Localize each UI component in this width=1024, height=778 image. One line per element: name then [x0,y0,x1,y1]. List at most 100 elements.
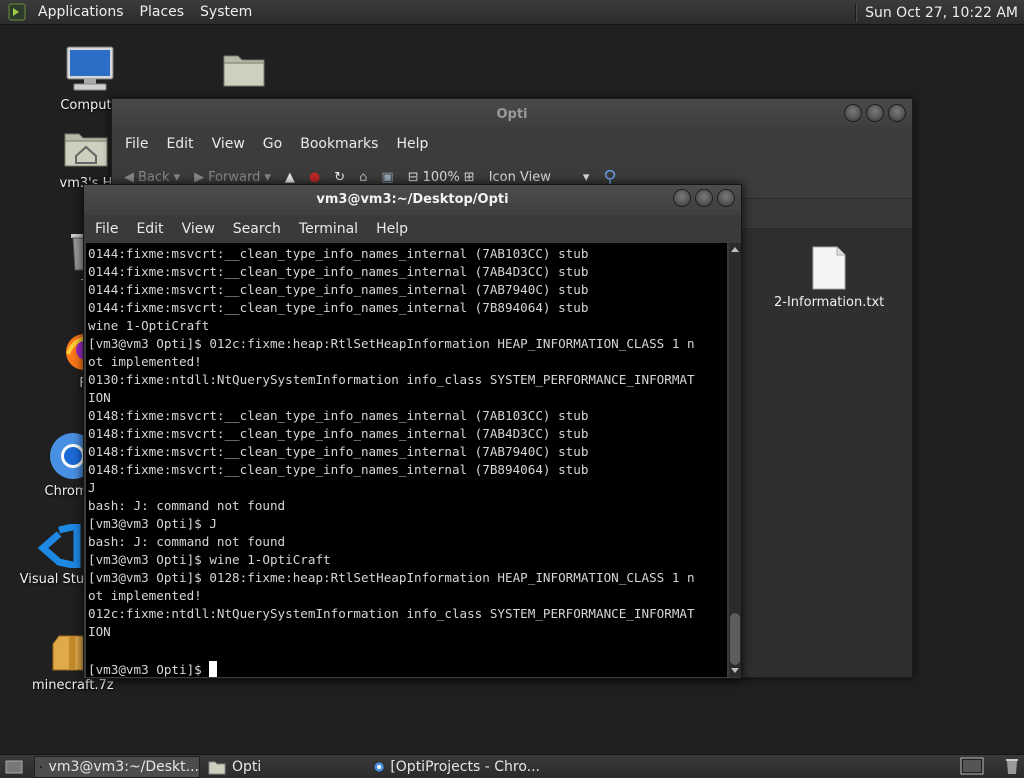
terminal-line: bash: J: command not found [88,534,286,549]
menu-search[interactable]: Search [224,221,290,237]
taskbar-item-opti[interactable]: Opti [204,756,364,778]
view-mode-select[interactable]: Icon View ▾ [489,170,590,185]
desktop-icon-folder[interactable] [219,48,269,94]
folder-icon [223,55,265,87]
menu-bookmarks[interactable]: Bookmarks [291,136,387,152]
terminal-line: [vm3@vm3 Opti]$ 0128:fixme:heap:RtlSetHe… [88,570,695,585]
show-desktop-icon [5,760,23,774]
forward-arrow-icon: ▶ [194,170,205,185]
terminal-line: 0130:fixme:ntdll:NtQuerySystemInformatio… [88,372,695,387]
menu-view[interactable]: View [203,136,254,152]
menu-terminal[interactable]: Terminal [290,221,367,237]
back-button[interactable]: ◀ Back ▾ [124,170,180,185]
clock-area: Sun Oct 27, 10:22 AM [855,0,1024,25]
terminal-output[interactable]: 0144:fixme:msvcrt:__clean_type_info_name… [86,243,727,677]
forward-button[interactable]: ▶ Forward ▾ [194,170,271,185]
minimize-button[interactable] [844,104,862,122]
terminal-line: 0144:fixme:msvcrt:__clean_type_info_name… [88,282,589,297]
file-manager-menubar: File Edit View Go Bookmarks Help [112,131,912,157]
dropdown-arrow-icon: ▾ [173,170,181,185]
terminal-line: ION [88,390,111,405]
terminal-line: ot implemented! [88,354,202,369]
dropdown-arrow-icon: ▾ [582,170,590,185]
terminal-line: 0148:fixme:msvcrt:__clean_type_info_name… [88,408,589,423]
menu-help[interactable]: Help [367,221,417,237]
terminal-prompt: [vm3@vm3 Opti]$ [88,662,210,677]
window-title: vm3@vm3:~/Desktop/Opti [316,192,509,207]
window-title: Opti [496,107,528,122]
terminal-line: 012c:fixme:ntdll:NtQuerySystemInformatio… [88,606,695,621]
show-desktop-button[interactable] [2,756,26,778]
terminal-line: 0144:fixme:msvcrt:__clean_type_info_name… [88,300,589,315]
close-button[interactable] [888,104,906,122]
terminal-scrollbar[interactable] [729,243,741,677]
menu-applications[interactable]: Applications [30,0,132,25]
minimize-button[interactable] [673,189,691,207]
terminal-window[interactable]: vm3@vm3:~/Desktop/Opti File Edit View Se… [83,184,742,679]
taskbar-item-chrome[interactable]: [OptiProjects - Chro... [370,756,540,778]
terminal-line: wine 1-OptiCraft [88,318,210,333]
taskbar-item-terminal[interactable]: vm3@vm3:~/Deskt... [34,756,200,778]
file-manager-titlebar[interactable]: Opti [112,99,912,131]
zoom-out-icon[interactable]: ⊟ [408,170,419,185]
bottom-panel: vm3@vm3:~/Deskt... Opti [OptiProjects - … [0,754,1024,778]
terminal-line: [vm3@vm3 Opti]$ 012c:fixme:heap:RtlSetHe… [88,336,695,351]
home-button[interactable]: ⌂ [359,170,367,185]
menu-file[interactable]: File [116,136,157,152]
menu-system[interactable]: System [192,0,260,25]
terminal-line: [vm3@vm3 Opti]$ wine 1-OptiCraft [88,552,331,567]
terminal-prompt-line[interactable]: [vm3@vm3 Opti]$ [86,659,727,677]
close-button[interactable] [717,189,735,207]
file-item[interactable]: 2-Information.txt [774,245,884,310]
scroll-down-icon[interactable] [731,668,739,673]
zoom-control[interactable]: ⊟ 100% ⊞ [408,170,475,185]
clock[interactable]: Sun Oct 27, 10:22 AM [865,5,1024,21]
terminal-line: 0148:fixme:msvcrt:__clean_type_info_name… [88,444,589,459]
scroll-up-icon[interactable] [731,247,739,252]
top-panel: Applications Places System Sun Oct 27, 1… [0,0,1024,25]
terminal-titlebar[interactable]: vm3@vm3:~/Desktop/Opti [84,185,741,215]
terminal-line: 0148:fixme:msvcrt:__clean_type_info_name… [88,426,589,441]
trash-applet-icon[interactable] [1004,757,1020,775]
vscode-icon [37,521,81,571]
folder-icon [208,761,226,775]
chrome-icon [374,762,384,772]
menu-go[interactable]: Go [254,136,291,152]
computer-button[interactable]: ▣ [381,170,393,185]
terminal-line: ION [88,624,111,639]
terminal-lines: 0144:fixme:msvcrt:__clean_type_info_name… [86,243,727,659]
workspace-icon[interactable] [960,757,984,775]
scrollbar-thumb[interactable] [730,613,740,665]
terminal-line: bash: J: command not found [88,498,286,513]
terminal-line: 0144:fixme:msvcrt:__clean_type_info_name… [88,264,589,279]
home-folder-icon [64,133,108,167]
workspace-switcher [960,757,1020,775]
file-name: 2-Information.txt [774,295,885,310]
window-controls [673,189,735,207]
menu-places[interactable]: Places [132,0,193,25]
maximize-button[interactable] [866,104,884,122]
applications-menu-icon[interactable] [8,3,26,21]
terminal-line: ot implemented! [88,588,202,603]
menu-view[interactable]: View [173,221,224,237]
menu-help[interactable]: Help [387,136,437,152]
stop-button[interactable]: ● [309,170,320,185]
terminal-line: 0144:fixme:msvcrt:__clean_type_info_name… [88,246,589,261]
terminal-icon [39,765,43,769]
zoom-in-icon[interactable]: ⊞ [464,170,475,185]
menu-edit[interactable]: Edit [127,221,172,237]
text-file-icon [812,246,846,290]
up-button[interactable]: ▲ [285,170,295,185]
menu-file[interactable]: File [86,221,127,237]
terminal-line: [vm3@vm3 Opti]$ J [88,516,217,531]
reload-button[interactable]: ↻ [334,170,345,185]
window-controls [844,104,906,122]
text-cursor [209,661,218,677]
panel-separator [855,3,858,22]
dropdown-arrow-icon: ▾ [264,170,271,185]
terminal-line: J [88,480,96,495]
menu-edit[interactable]: Edit [157,136,202,152]
computer-icon [66,46,114,91]
maximize-button[interactable] [695,189,713,207]
